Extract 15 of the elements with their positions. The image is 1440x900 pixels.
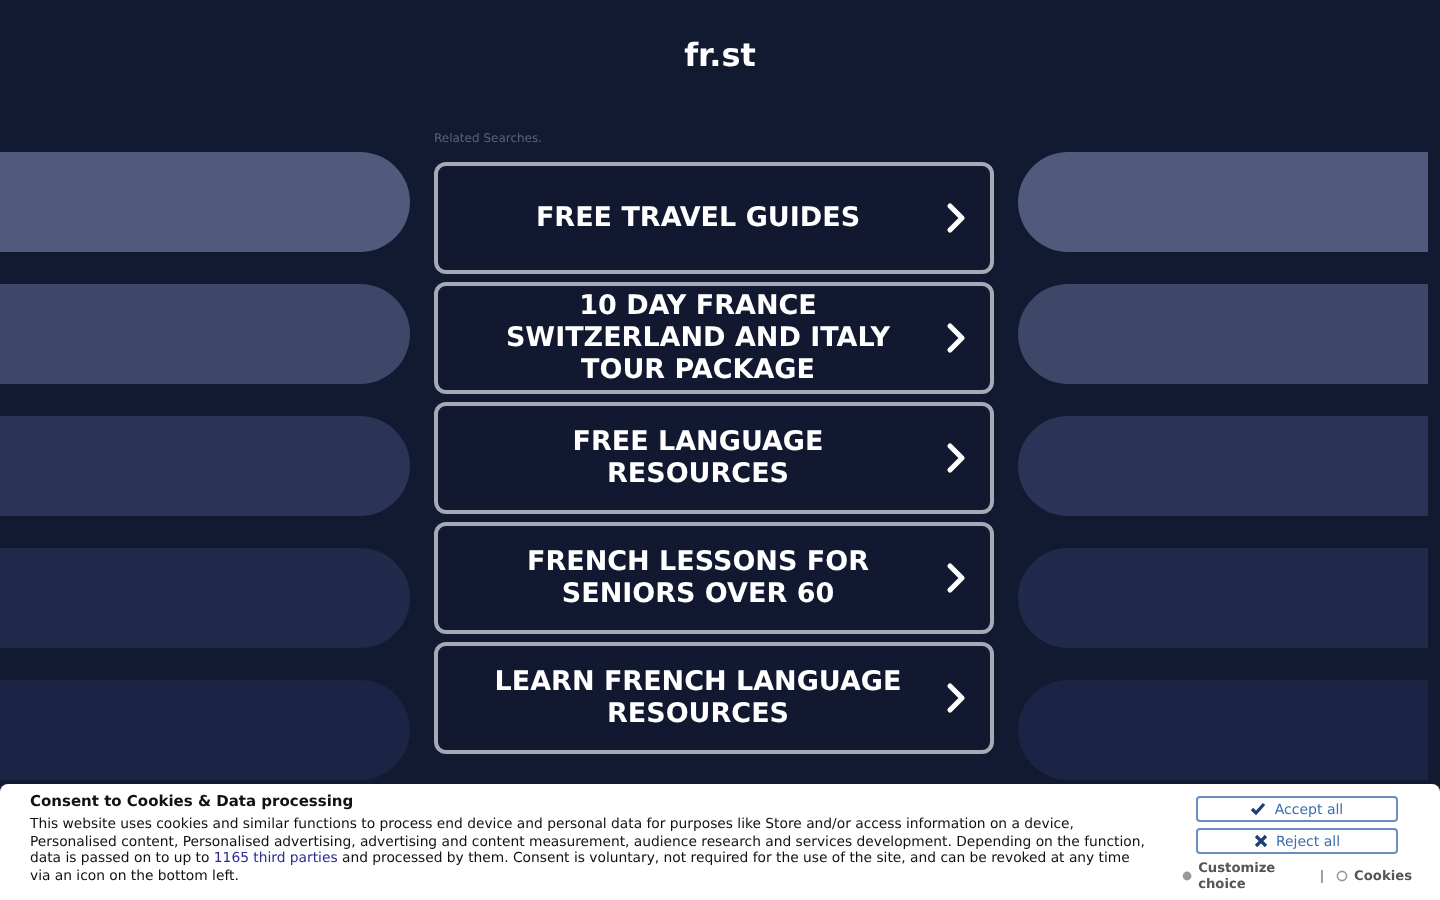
chevron-right-icon <box>946 562 966 594</box>
related-search-link[interactable]: FREE TRAVEL GUIDES <box>434 162 994 274</box>
related-search-link[interactable]: LEARN FRENCH LANGUAGE RESOURCES <box>434 642 994 754</box>
circle-icon <box>1182 870 1193 882</box>
site-title: fr.st <box>684 36 756 78</box>
related-search-link[interactable]: FREE LANGUAGE RESOURCES <box>434 402 994 514</box>
related-search-link[interactable]: 10 DAY FRANCE SWITZERLAND AND ITALY TOUR PACKAGE <box>434 282 994 394</box>
chevron-right-icon <box>946 682 966 714</box>
check-icon <box>1250 802 1267 816</box>
chevron-right-icon <box>946 322 966 354</box>
chevron-right-icon <box>946 442 966 474</box>
circle-icon <box>1336 870 1349 882</box>
chevron-right-icon <box>946 202 966 234</box>
close-icon <box>1253 834 1268 848</box>
related-search-link[interactable]: FRENCH LESSONS FOR SENIORS OVER 60 <box>434 522 994 634</box>
